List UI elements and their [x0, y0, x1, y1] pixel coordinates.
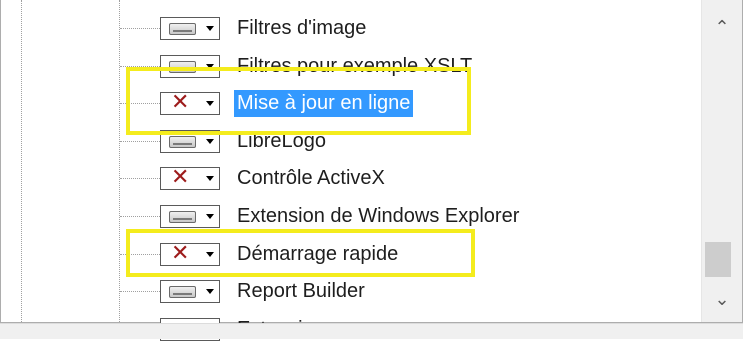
tree-item[interactable]: Report Builder: [1, 273, 701, 309]
chevron-down-icon: [206, 138, 214, 144]
chevron-down-icon: [206, 214, 214, 219]
tree-connector: [120, 140, 160, 142]
chevron-down-icon: [206, 26, 214, 31]
install-state-dropdown[interactable]: ✕: [160, 165, 220, 191]
tree-item[interactable]: Filtres d'image: [1, 10, 701, 46]
vertical-scrollbar[interactable]: ⌃ ⌄: [701, 0, 742, 322]
drive-icon: [169, 211, 196, 223]
tree-connector: [120, 291, 160, 293]
tree-item[interactable]: ✕ Contrôle ActiveX: [1, 160, 701, 196]
tree-connector: [120, 216, 160, 217]
tree-item-label[interactable]: Contrôle ActiveX: [234, 165, 388, 192]
highlight-box-online-update: [126, 67, 471, 135]
chevron-down-icon: [206, 176, 214, 182]
tree-item-label[interactable]: Report Builder: [234, 278, 368, 305]
install-state-dropdown[interactable]: [160, 205, 220, 228]
scroll-up-icon[interactable]: ⌃: [702, 10, 742, 46]
scroll-down-icon[interactable]: ⌄: [702, 282, 742, 318]
scroll-thumb[interactable]: [705, 242, 731, 277]
tree-connector: [120, 178, 160, 180]
tree-item-label[interactable]: Filtres d'image: [234, 15, 369, 42]
install-state-dropdown[interactable]: [160, 17, 220, 40]
install-state-dropdown[interactable]: [160, 280, 220, 304]
tree-connector: [120, 28, 160, 29]
highlight-box-quick-start: [126, 229, 475, 277]
tree-item-label[interactable]: Extension de Windows Explorer: [234, 203, 522, 230]
drive-icon: [169, 135, 196, 148]
chevron-down-icon: [206, 289, 214, 295]
drive-icon: [169, 286, 196, 299]
x-icon: ✕: [171, 165, 190, 191]
drive-icon: [169, 23, 196, 35]
bottom-border: [0, 323, 743, 339]
